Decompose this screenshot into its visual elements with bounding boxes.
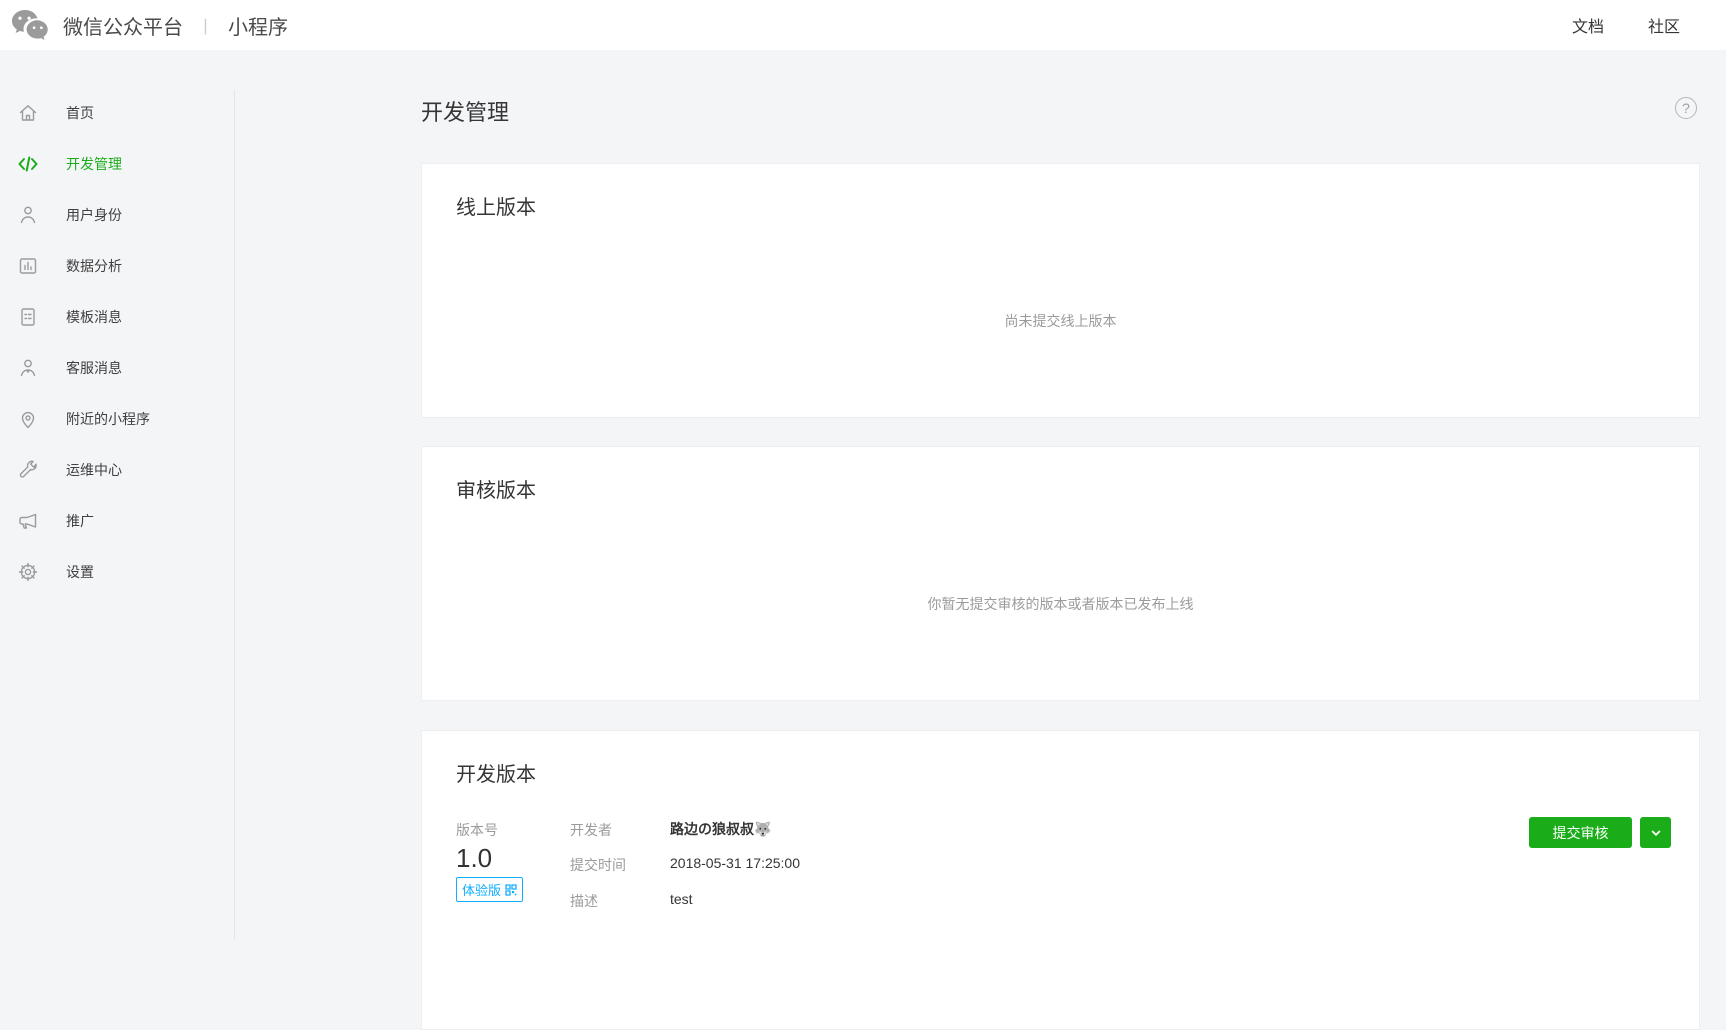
app-title: 微信公众平台 丨 小程序	[63, 11, 288, 40]
gear-icon	[15, 559, 41, 585]
description-label: 描述	[570, 891, 598, 911]
submit-button-group: 提交审核	[1529, 817, 1671, 848]
card-review-version: 审核版本 你暂无提交审核的版本或者版本已发布上线	[421, 446, 1700, 701]
submit-time-value: 2018-05-31 17:25:00	[670, 855, 800, 871]
main-content: 开发管理 ? 线上版本 尚未提交线上版本 审核版本 你暂无提交审核的版本或者版本…	[234, 50, 1726, 939]
sidebar-item-ops-center[interactable]: 运维中心	[0, 444, 234, 495]
trial-version-badge[interactable]: 体验版	[456, 877, 523, 902]
sidebar-item-promotion[interactable]: 推广	[0, 495, 234, 546]
bar-chart-icon	[15, 253, 41, 279]
sidebar-item-label: 模板消息	[66, 307, 122, 327]
sidebar-item-label: 首页	[66, 103, 94, 123]
code-icon	[15, 151, 41, 177]
sidebar-item-settings[interactable]: 设置	[0, 546, 234, 597]
sidebar-item-label: 用户身份	[66, 205, 122, 225]
developer-label: 开发者	[570, 820, 612, 840]
sidebar-item-label: 开发管理	[66, 154, 122, 174]
sidebar-item-data-analysis[interactable]: 数据分析	[0, 240, 234, 291]
sidebar-item-label: 附近的小程序	[66, 409, 150, 429]
header-links: 文档 社区	[1572, 13, 1680, 37]
megaphone-icon	[15, 508, 41, 534]
sidebar-item-label: 运维中心	[66, 460, 122, 480]
header-link-community[interactable]: 社区	[1648, 13, 1680, 37]
sidebar-item-nearby-miniprogram[interactable]: 附近的小程序	[0, 393, 234, 444]
sidebar-item-label: 推广	[66, 511, 94, 531]
version-number-label: 版本号	[456, 820, 498, 840]
card-dev-version: 开发版本 版本号 1.0 体验版 开发者 路边の狼叔叔🐺 提交时间 2018-0…	[421, 730, 1700, 1030]
sidebar-item-user-identity[interactable]: 用户身份	[0, 189, 234, 240]
app-title-separator: 丨	[197, 13, 214, 38]
location-icon	[15, 406, 41, 432]
template-icon	[15, 304, 41, 330]
wechat-logo-icon	[10, 7, 50, 43]
card-title: 审核版本	[456, 474, 536, 503]
wrench-icon	[15, 457, 41, 483]
user-icon	[15, 202, 41, 228]
version-number-value: 1.0	[456, 843, 492, 874]
app-title-main: 微信公众平台	[63, 11, 183, 40]
developer-value: 路边の狼叔叔🐺	[670, 819, 771, 839]
card-title: 开发版本	[456, 758, 536, 787]
submit-review-button[interactable]: 提交审核	[1529, 817, 1632, 848]
submit-review-dropdown-button[interactable]	[1640, 817, 1671, 848]
sidebar-item-template-message[interactable]: 模板消息	[0, 291, 234, 342]
page-title: 开发管理	[421, 95, 509, 127]
service-icon	[15, 355, 41, 381]
submit-time-label: 提交时间	[570, 855, 626, 875]
sidebar-item-home[interactable]: 首页	[0, 87, 234, 138]
sidebar: 首页 开发管理 用户身份 数据分析 模板消息	[0, 50, 234, 597]
app-title-sub: 小程序	[228, 11, 288, 40]
header-link-docs[interactable]: 文档	[1572, 13, 1604, 37]
app-header: 微信公众平台 丨 小程序 文档 社区	[0, 0, 1726, 50]
help-icon[interactable]: ?	[1675, 97, 1697, 119]
sidebar-item-label: 设置	[66, 562, 94, 582]
qrcode-icon	[505, 884, 517, 896]
sidebar-item-label: 客服消息	[66, 358, 122, 378]
online-version-empty-text: 尚未提交线上版本	[422, 311, 1699, 331]
chevron-down-icon	[1647, 824, 1665, 842]
trial-version-badge-label: 体验版	[462, 880, 501, 899]
sidebar-item-dev-management[interactable]: 开发管理	[0, 138, 234, 189]
home-icon	[15, 100, 41, 126]
card-title: 线上版本	[456, 191, 536, 220]
review-version-empty-text: 你暂无提交审核的版本或者版本已发布上线	[422, 594, 1699, 614]
description-value: test	[670, 891, 693, 907]
sidebar-item-service-message[interactable]: 客服消息	[0, 342, 234, 393]
sidebar-item-label: 数据分析	[66, 256, 122, 276]
card-online-version: 线上版本 尚未提交线上版本	[421, 163, 1700, 418]
